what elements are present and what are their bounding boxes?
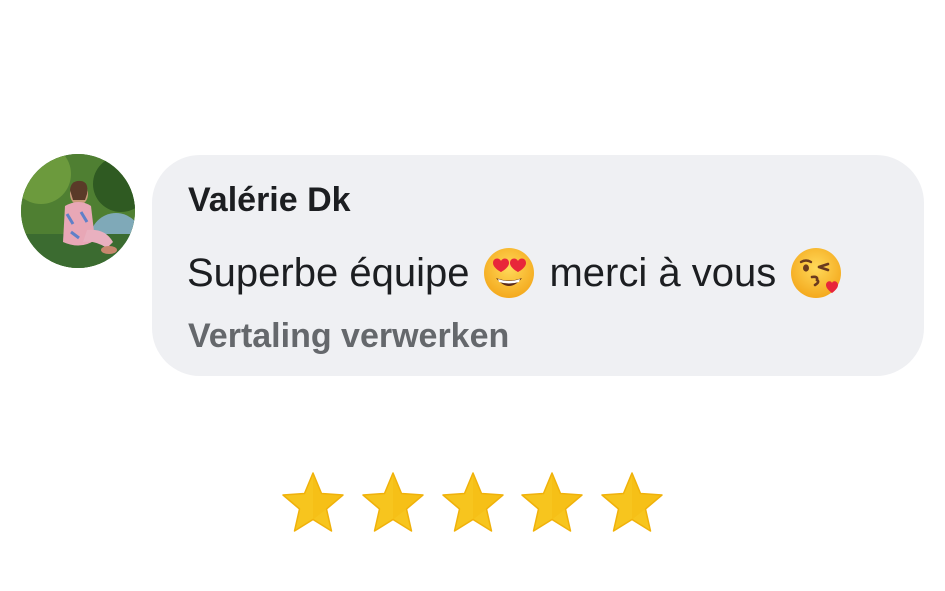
heart-eyes-emoji-icon: [483, 247, 535, 299]
comment-text-part1: Superbe équipe: [187, 250, 470, 295]
star-icon: [360, 470, 426, 540]
translate-link[interactable]: Vertaling verwerken: [188, 317, 509, 356]
star-icon: [280, 470, 346, 540]
star-icon: [440, 470, 506, 540]
comment-author[interactable]: Valérie Dk: [188, 181, 351, 220]
comment-text-part2: merci à vous: [549, 250, 777, 295]
comment-text: Superbe équipe merci à vous: [187, 247, 856, 299]
avatar[interactable]: [21, 154, 135, 268]
kissing-heart-emoji-icon: [790, 247, 842, 299]
profile-photo: [21, 154, 135, 268]
star-rating: [280, 470, 665, 540]
star-icon: [599, 470, 665, 540]
comment-bubble: Valérie Dk Superbe équipe merci à vous V…: [152, 155, 924, 376]
star-icon: [519, 470, 585, 540]
